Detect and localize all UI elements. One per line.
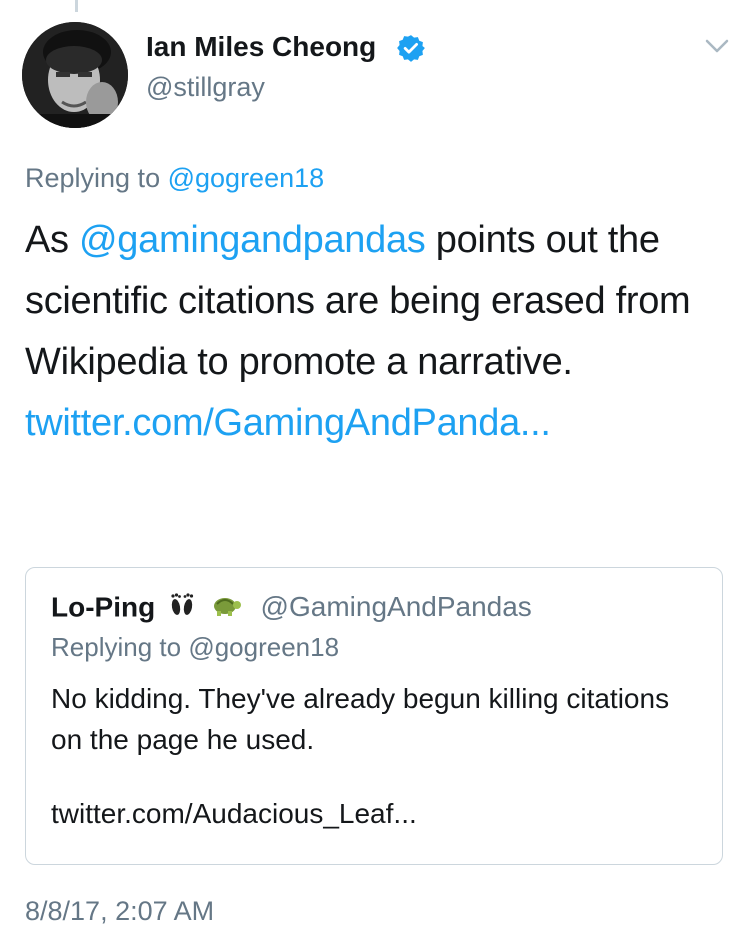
quoted-replying-prefix: Replying to (51, 632, 182, 662)
quoted-replying-to-line: Replying to @gogreen18 (51, 630, 339, 664)
replying-prefix: Replying to (25, 163, 161, 193)
quoted-author-handle: @GamingAndPandas (260, 591, 532, 623)
quoted-tweet-header: Lo-Ping @GamingAndPandas (51, 590, 532, 628)
tweet-text: As @gamingandpandas points out the scien… (25, 210, 725, 454)
quoted-tweet-text: No kidding. They've already begun killin… (51, 683, 670, 755)
chevron-down-icon[interactable] (704, 36, 730, 56)
tweet-text-part1: As (25, 219, 80, 261)
turtle-emoji-icon (209, 590, 243, 628)
replying-to-line: Replying to @gogreen18 (25, 160, 324, 196)
quoted-author-name: Lo-Ping (51, 591, 156, 623)
footprints-emoji-icon (167, 590, 197, 628)
quoted-replying-to-mention: @gogreen18 (188, 632, 340, 662)
thread-connector-line (75, 0, 78, 12)
tweet-url-link[interactable]: twitter.com/GamingAndPanda... (25, 402, 551, 444)
author-avatar[interactable] (22, 22, 128, 128)
tweet-timestamp[interactable]: 8/8/17, 2:07 AM (25, 893, 214, 929)
quoted-tweet-link: twitter.com/Audacious_Leaf... (51, 798, 417, 829)
author-handle[interactable]: @stillgray (146, 70, 265, 104)
avatar-photo (22, 22, 128, 128)
tweet-mention-link[interactable]: @gamingandpandas (79, 219, 426, 261)
quoted-tweet-card[interactable]: Lo-Ping @GamingAndPandas Replying to @go… (25, 567, 723, 865)
replying-to-mention[interactable]: @gogreen18 (168, 163, 325, 193)
verified-badge-icon (397, 35, 425, 62)
author-name[interactable]: Ian Miles Cheong (146, 30, 376, 64)
